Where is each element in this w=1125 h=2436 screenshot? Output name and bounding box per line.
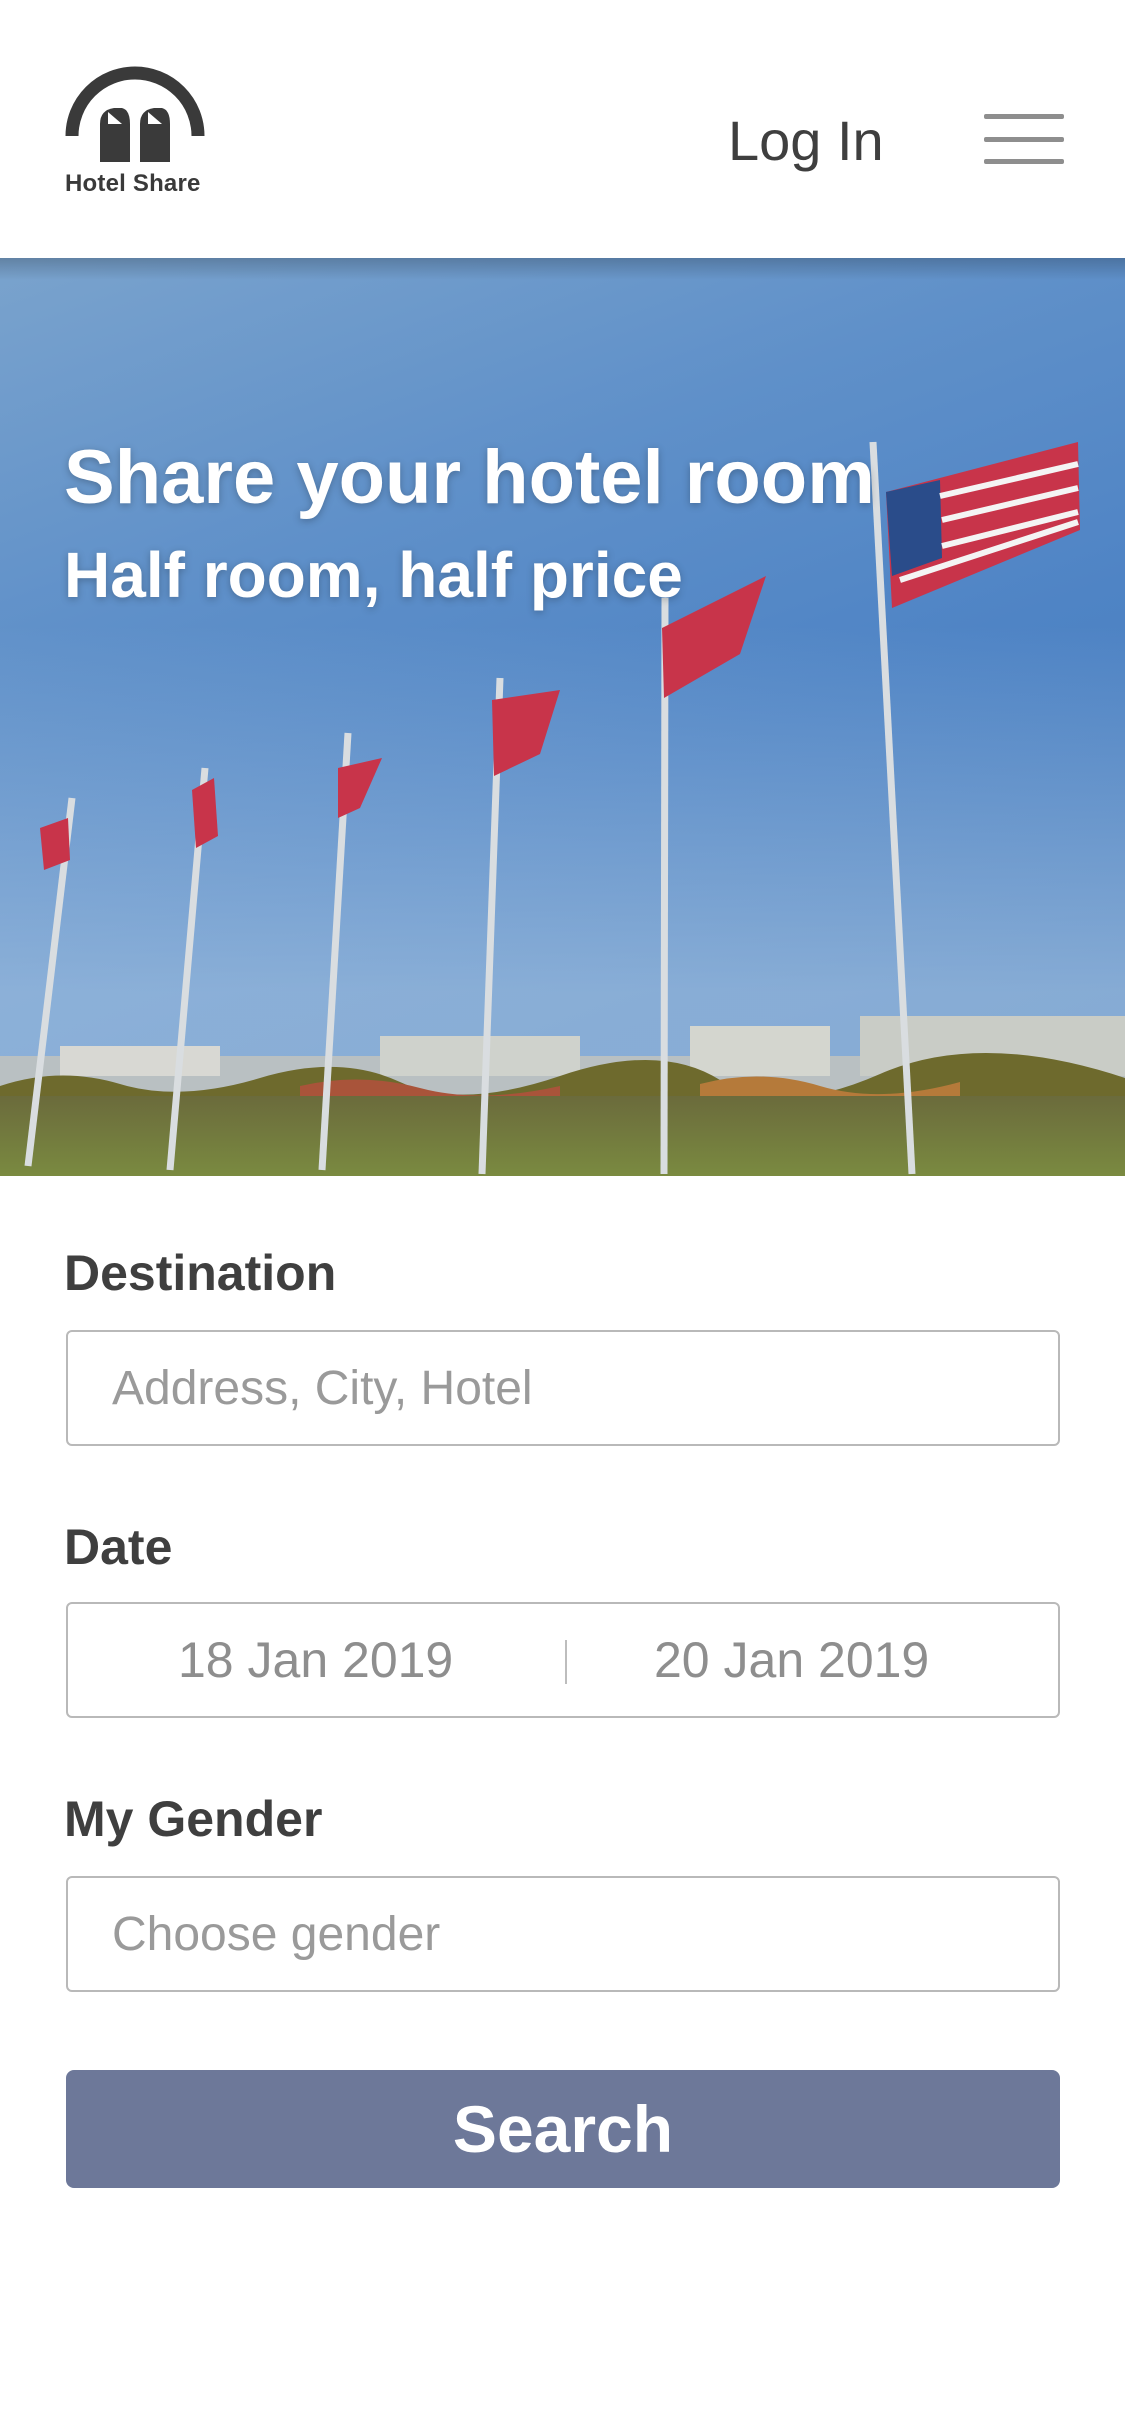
brand-name: Hotel Share	[65, 170, 201, 197]
destination-field[interactable]	[66, 1330, 1060, 1446]
gender-field[interactable]	[66, 1876, 1060, 1992]
destination-label: Destination	[64, 1245, 337, 1301]
check-out-date[interactable]: 20 Jan 2019	[654, 1604, 929, 1716]
date-label: Date	[64, 1519, 173, 1575]
gender-label: My Gender	[64, 1791, 323, 1847]
date-separator	[565, 1640, 567, 1684]
hero-banner: Share your hotel room Half room, half pr…	[0, 258, 1125, 1176]
hero-subheadline: Half room, half price	[64, 539, 683, 611]
destination-input[interactable]	[112, 1332, 1012, 1444]
login-link[interactable]: Log In	[728, 108, 884, 173]
gender-select[interactable]	[112, 1878, 1012, 1990]
hamburger-icon[interactable]	[984, 114, 1064, 164]
hero-headline: Share your hotel room	[64, 435, 875, 520]
search-button[interactable]: Search	[66, 2070, 1060, 2188]
date-range-field[interactable]: 18 Jan 2019 20 Jan 2019	[66, 1602, 1060, 1718]
hotel-share-logo[interactable]: Hotel Share	[64, 66, 206, 197]
app-header: Hotel Share Log In	[0, 0, 1125, 258]
flagpoles-illustration	[24, 441, 1080, 1175]
check-in-date[interactable]: 18 Jan 2019	[178, 1604, 453, 1716]
logo-icon	[65, 66, 205, 162]
